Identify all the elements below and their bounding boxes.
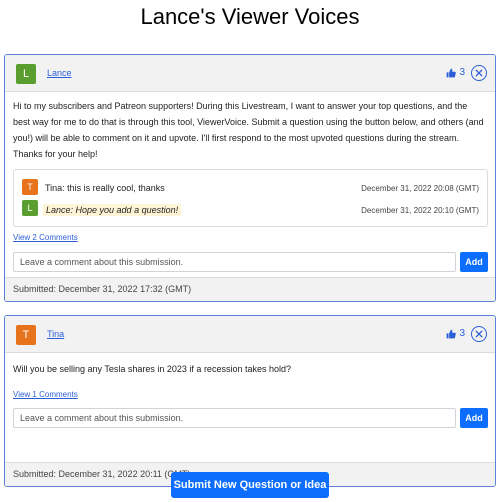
avatar: L — [16, 64, 36, 84]
author-link[interactable]: Lance — [47, 67, 72, 79]
comments-list: T Tina: this is really cool, thanks Dece… — [13, 169, 488, 227]
view-comments-link[interactable]: View 2 Comments — [13, 233, 78, 243]
close-icon — [475, 330, 482, 337]
avatar: T — [22, 179, 38, 195]
vote-count: 3 — [459, 67, 465, 78]
submission-card: L Lance 3 Hi to my subscribers and Patre… — [4, 54, 496, 302]
submission-text: Hi to my subscribers and Patreon support… — [13, 101, 484, 159]
avatar: T — [16, 325, 36, 345]
submission-header: L Lance 3 — [5, 55, 495, 92]
comment-text: Lance: Hope you add a question! — [43, 204, 182, 216]
thumbs-up-icon — [446, 329, 457, 339]
comment-date: December 31, 2022 20:08 (GMT) — [361, 184, 479, 193]
comment-item: T Tina: this is really cool, thanks Dece… — [14, 176, 487, 195]
add-comment-button[interactable]: Add — [460, 252, 488, 272]
upvote-button[interactable]: 3 — [446, 328, 465, 340]
vote-count: 3 — [459, 328, 465, 339]
comment-text: Tina: this is really cool, thanks — [45, 183, 165, 193]
remove-submission-button[interactable] — [471, 326, 487, 342]
add-comment-button[interactable]: Add — [460, 408, 488, 428]
author-link[interactable]: Tina — [47, 328, 64, 340]
comment-date: December 31, 2022 20:10 (GMT) — [361, 206, 479, 215]
submission-card: T Tina 3 Will you be selling any Tesla s… — [4, 315, 496, 487]
view-comments-link[interactable]: View 1 Comments — [13, 390, 78, 400]
submission-text: Will you be selling any Tesla shares in … — [13, 364, 291, 374]
upvote-button[interactable]: 3 — [446, 67, 465, 79]
thumbs-up-icon — [446, 68, 457, 78]
submit-question-button[interactable]: Submit New Question or Idea — [171, 472, 329, 498]
comment-item: L Lance: Hope you add a question! Decemb… — [14, 197, 487, 216]
comment-input[interactable] — [13, 252, 456, 272]
submitted-timestamp: Submitted: December 31, 2022 17:32 (GMT) — [5, 277, 495, 301]
remove-submission-button[interactable] — [471, 65, 487, 81]
page-title: Lance's Viewer Voices — [140, 4, 360, 29]
submission-header: T Tina 3 — [5, 316, 495, 353]
comment-input[interactable] — [13, 408, 456, 428]
close-icon — [475, 69, 482, 76]
avatar: L — [22, 200, 38, 216]
